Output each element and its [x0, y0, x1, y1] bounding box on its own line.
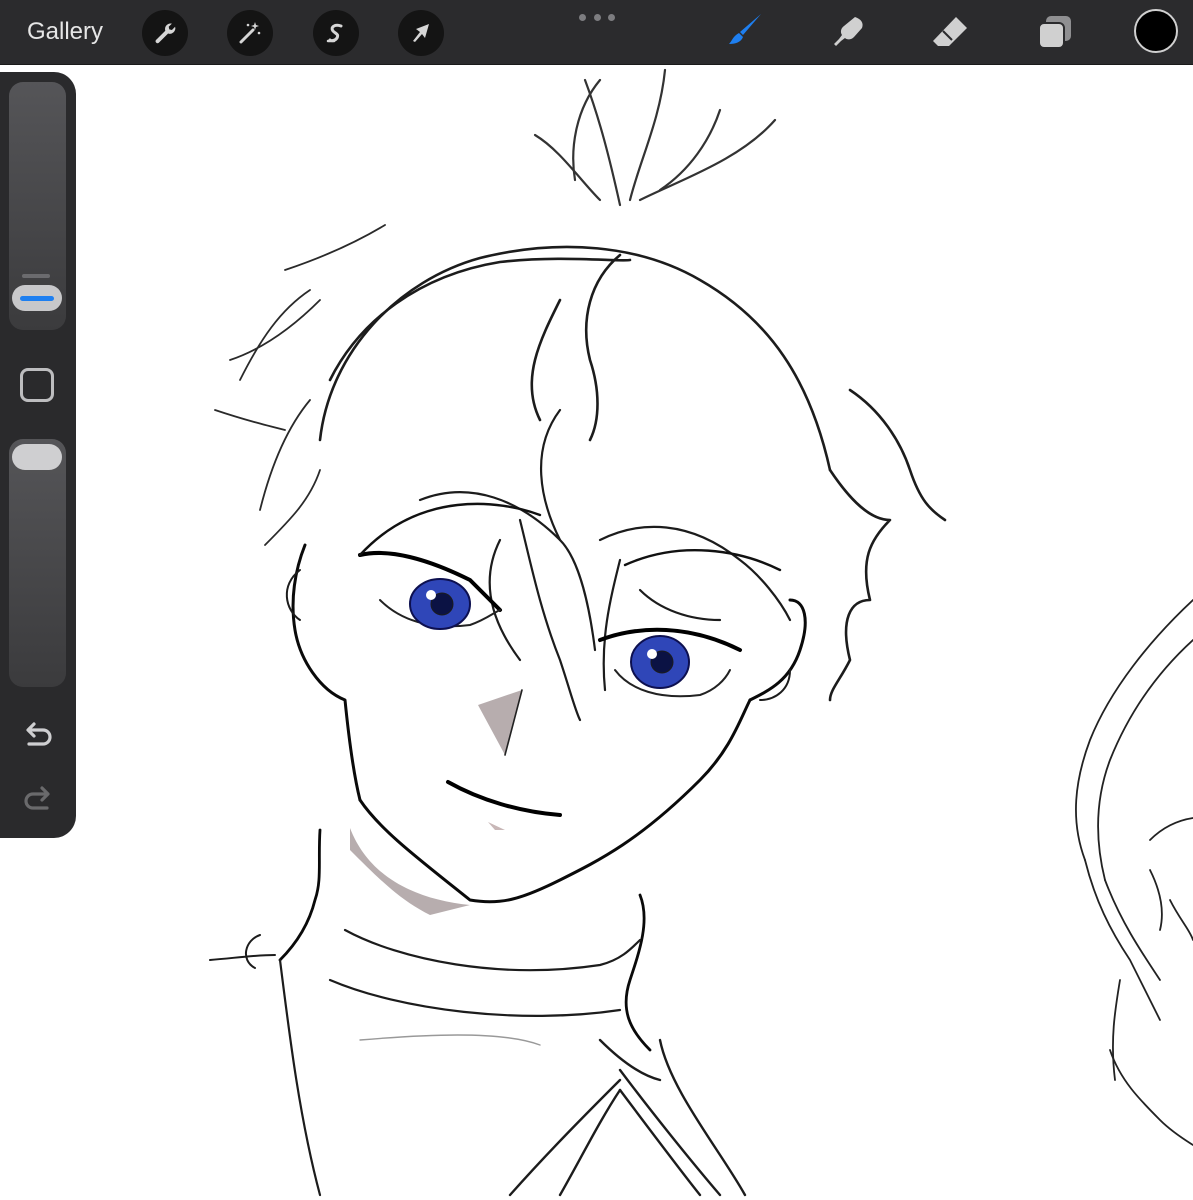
transform-button[interactable] — [398, 10, 444, 56]
hair-tuft-sketch — [533, 68, 777, 207]
smudge-tool-button[interactable] — [826, 10, 870, 54]
transform-arrow-icon — [413, 24, 429, 42]
second-figure-sketch — [1075, 599, 1193, 1146]
brush-icon — [729, 14, 761, 44]
dot-icon — [608, 13, 615, 21]
drawing-canvas[interactable] — [0, 65, 1193, 1200]
dot-icon — [593, 13, 601, 21]
magic-wand-icon — [239, 22, 261, 44]
shirt-collar — [508, 1038, 747, 1197]
eraser-tool-button[interactable] — [928, 10, 972, 54]
hair-sketch-left — [214, 224, 386, 546]
dot-icon — [579, 13, 586, 21]
selection-button[interactable] — [313, 10, 359, 56]
ear-sketch — [285, 569, 791, 701]
selection-icon — [326, 23, 343, 43]
wrench-icon — [155, 23, 176, 44]
more-options-button[interactable] — [579, 12, 615, 22]
brush-tool-button[interactable] — [722, 10, 766, 54]
nose-and-mouth — [446, 689, 562, 830]
layers-button[interactable] — [1033, 10, 1077, 54]
hair-bangs — [418, 408, 792, 722]
eraser-icon — [933, 17, 967, 46]
actions-button[interactable] — [142, 10, 188, 56]
top-toolbar: Gallery — [0, 0, 1193, 65]
left-eye — [358, 502, 542, 630]
gallery-button[interactable]: Gallery — [27, 16, 103, 48]
face-outline — [291, 543, 807, 904]
color-picker-button[interactable] — [1134, 9, 1178, 53]
adjustments-button[interactable] — [227, 10, 273, 56]
smudge-icon — [834, 17, 863, 46]
layers-icon — [1038, 16, 1071, 49]
neck-and-collar — [209, 828, 652, 1197]
